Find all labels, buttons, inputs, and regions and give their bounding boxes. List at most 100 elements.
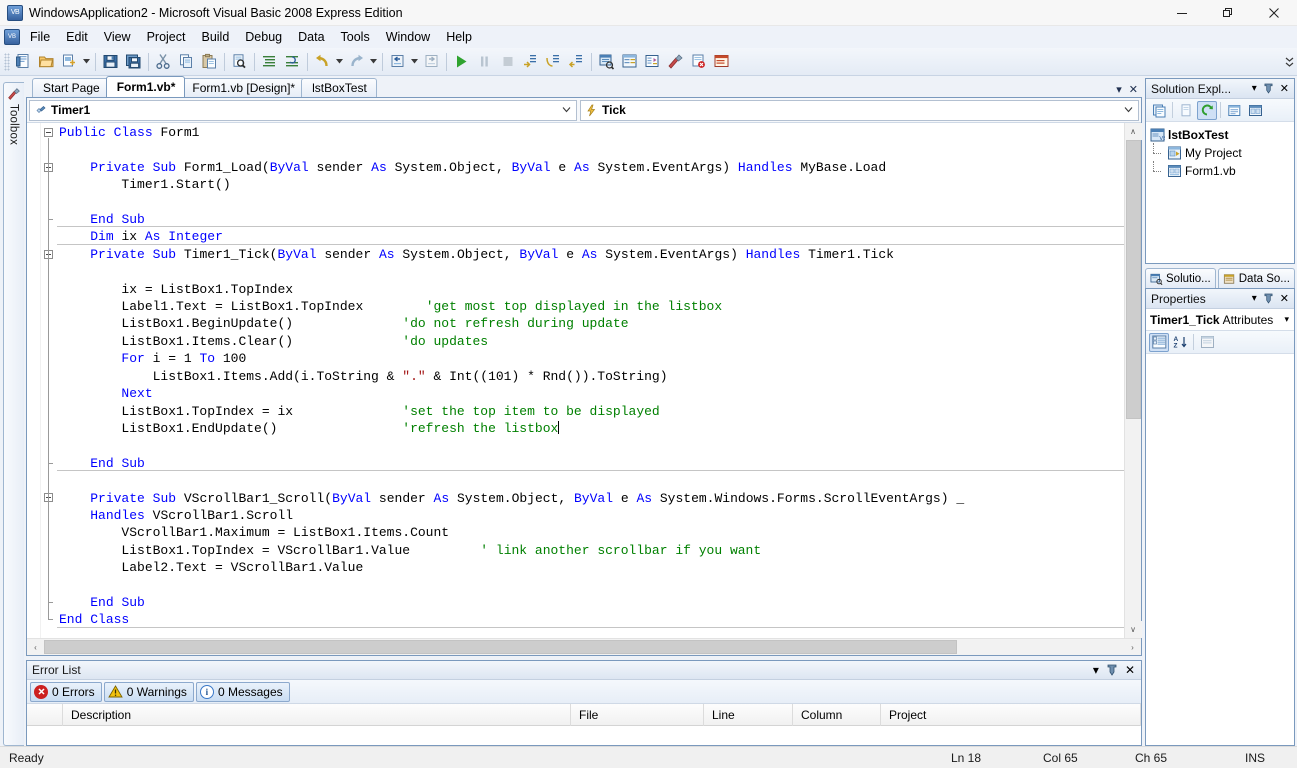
- chevron-down-icon[interactable]: ▾: [1116, 83, 1122, 96]
- menu-help[interactable]: Help: [438, 27, 480, 47]
- class-combo[interactable]: Timer1: [29, 99, 577, 121]
- column-project[interactable]: Project: [881, 704, 1141, 726]
- vertical-scroll-thumb[interactable]: [1125, 140, 1141, 419]
- dock-tab-solution-explorer[interactable]: Solutio...: [1145, 268, 1216, 288]
- outline-collapse-box[interactable]: [44, 128, 53, 137]
- column-description[interactable]: Description: [63, 704, 571, 726]
- pin-icon[interactable]: [1264, 83, 1273, 94]
- menu-file[interactable]: File: [22, 27, 58, 47]
- tree-item-project[interactable]: VB lstBoxTest: [1150, 126, 1294, 144]
- menu-data[interactable]: Data: [290, 27, 332, 47]
- tree-item-form1-vb[interactable]: Form1.vb: [1150, 161, 1294, 180]
- find-icon[interactable]: [228, 50, 251, 73]
- navigate-backward-icon[interactable]: [386, 50, 409, 73]
- menu-edit[interactable]: Edit: [58, 27, 96, 47]
- paste-icon[interactable]: [198, 50, 221, 73]
- outlining-margin[interactable]: [41, 123, 57, 638]
- step-over-icon[interactable]: [542, 50, 565, 73]
- properties-icon[interactable]: [1149, 101, 1169, 120]
- open-file-icon[interactable]: [35, 50, 58, 73]
- cut-icon[interactable]: [152, 50, 175, 73]
- menu-build[interactable]: Build: [193, 27, 237, 47]
- comment-icon[interactable]: [258, 50, 281, 73]
- close-icon[interactable]: ✕: [1280, 292, 1289, 305]
- redo-dropdown[interactable]: [368, 50, 379, 73]
- member-combo[interactable]: Tick: [580, 99, 1139, 121]
- save-icon[interactable]: [99, 50, 122, 73]
- errors-filter-toggle[interactable]: 0 Errors: [30, 681, 102, 702]
- undo-dropdown[interactable]: [334, 50, 345, 73]
- refresh-icon[interactable]: [1197, 100, 1217, 120]
- scroll-right-button[interactable]: ›: [1124, 639, 1141, 655]
- pin-icon[interactable]: [1107, 664, 1117, 676]
- menu-view[interactable]: View: [96, 27, 139, 47]
- scroll-up-button[interactable]: ∧: [1124, 123, 1142, 140]
- maximize-button[interactable]: [1205, 0, 1251, 26]
- chevron-down-icon[interactable]: ▾: [1252, 293, 1257, 304]
- toolbox-icon[interactable]: [664, 50, 687, 73]
- error-list-rows[interactable]: [27, 726, 1141, 745]
- redo-icon[interactable]: [345, 50, 368, 73]
- properties-page-icon[interactable]: [1197, 333, 1217, 352]
- step-into-icon[interactable]: [519, 50, 542, 73]
- properties-window-icon[interactable]: [618, 50, 641, 73]
- view-code-icon[interactable]: [1224, 101, 1244, 120]
- add-new-item-dropdown[interactable]: [81, 50, 92, 73]
- uncomment-icon[interactable]: [281, 50, 304, 73]
- tab-start-page[interactable]: Start Page: [32, 78, 110, 97]
- add-new-item-icon[interactable]: [58, 50, 81, 73]
- chevron-down-icon[interactable]: [562, 105, 571, 114]
- menu-project[interactable]: Project: [139, 27, 194, 47]
- menu-tools[interactable]: Tools: [333, 27, 378, 47]
- start-debugging-icon[interactable]: [450, 50, 473, 73]
- chevron-down-icon[interactable]: ▾: [1093, 663, 1099, 677]
- editor-vertical-scrollbar[interactable]: ∧ ∨: [1124, 123, 1142, 638]
- solution-explorer-icon[interactable]: [595, 50, 618, 73]
- undo-icon[interactable]: [311, 50, 334, 73]
- close-icon[interactable]: ✕: [1280, 82, 1289, 95]
- properties-grid[interactable]: [1146, 354, 1294, 745]
- alphabetical-icon[interactable]: A Z: [1170, 333, 1190, 352]
- command-window-icon[interactable]: [710, 50, 733, 73]
- code-text-area[interactable]: Public Class Form1 Private Sub Form1_Loa…: [57, 123, 1124, 638]
- column-file[interactable]: File: [571, 704, 704, 726]
- menu-debug[interactable]: Debug: [237, 27, 290, 47]
- error-list-icon-column[interactable]: [27, 704, 63, 726]
- show-all-files-icon[interactable]: [1176, 101, 1196, 120]
- column-line[interactable]: Line: [704, 704, 793, 726]
- toolbar-grip[interactable]: [4, 52, 10, 71]
- solution-tree[interactable]: VB lstBoxTest My Project: [1146, 122, 1294, 263]
- tab-form1-vb[interactable]: Form1.vb*: [105, 76, 186, 97]
- properties-object-selector[interactable]: Timer1_Tick Attributes ▾: [1146, 309, 1294, 331]
- close-icon[interactable]: ✕: [1129, 83, 1138, 96]
- stop-debugging-icon[interactable]: [496, 50, 519, 73]
- messages-filter-toggle[interactable]: i 0 Messages: [195, 681, 290, 702]
- tab-lstboxtest[interactable]: lstBoxTest: [301, 78, 377, 97]
- step-out-icon[interactable]: [565, 50, 588, 73]
- save-all-icon[interactable]: [122, 50, 145, 73]
- new-project-icon[interactable]: [12, 50, 35, 73]
- close-button[interactable]: [1251, 0, 1297, 26]
- chevron-down-icon[interactable]: [1124, 105, 1133, 114]
- minimize-button[interactable]: [1159, 0, 1205, 26]
- toolbar-overflow-button[interactable]: [1283, 51, 1295, 73]
- scroll-down-button[interactable]: ∨: [1124, 621, 1142, 638]
- categorized-icon[interactable]: [1149, 332, 1169, 352]
- menu-window[interactable]: Window: [378, 27, 438, 47]
- break-all-icon[interactable]: [473, 50, 496, 73]
- navigate-backward-dropdown[interactable]: [409, 50, 420, 73]
- indicator-margin[interactable]: [27, 123, 41, 638]
- tree-item-my-project[interactable]: My Project: [1150, 143, 1294, 162]
- chevron-down-icon[interactable]: ▾: [1284, 314, 1289, 325]
- close-icon[interactable]: ✕: [1125, 663, 1135, 677]
- horizontal-scroll-track[interactable]: [44, 639, 1124, 655]
- warnings-filter-toggle[interactable]: 0 Warnings: [103, 681, 194, 702]
- chevron-down-icon[interactable]: ▾: [1252, 83, 1257, 94]
- object-browser-icon[interactable]: [641, 50, 664, 73]
- editor-horizontal-scrollbar[interactable]: ‹ ›: [27, 638, 1141, 655]
- horizontal-scroll-thumb[interactable]: [44, 640, 957, 654]
- copy-icon[interactable]: [175, 50, 198, 73]
- pin-icon[interactable]: [1264, 293, 1273, 304]
- column-column[interactable]: Column: [793, 704, 881, 726]
- view-designer-icon[interactable]: [1245, 101, 1265, 120]
